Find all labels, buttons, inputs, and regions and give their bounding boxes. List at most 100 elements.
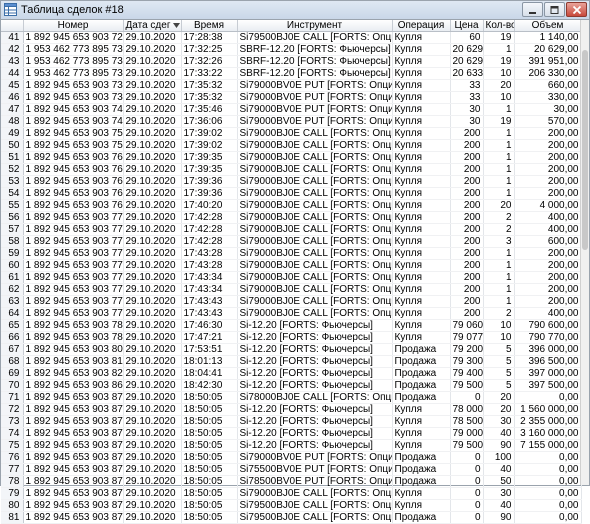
table-row[interactable]: 681 892 945 653 903 817 12929.10.202018:… — [1, 355, 582, 368]
table-row[interactable]: 691 892 945 653 903 823 89529.10.202018:… — [1, 367, 582, 380]
table-row[interactable]: 461 892 945 653 903 739 88729.10.202017:… — [1, 91, 582, 104]
cell-volume: 790 600,00 — [514, 319, 582, 332]
cell-trade-date: 29.10.2020 — [123, 511, 182, 524]
cell-volume: 30,00 — [514, 103, 582, 116]
table-row[interactable]: 761 892 945 653 903 872 44229.10.202018:… — [1, 451, 582, 464]
table-row[interactable]: 641 892 945 653 903 774 56429.10.202017:… — [1, 307, 582, 320]
col-header-number[interactable]: Номер — [23, 20, 124, 32]
scrollbar-thumb[interactable] — [582, 50, 588, 250]
minimize-button[interactable] — [522, 2, 543, 17]
cell-row-index: 45 — [1, 79, 24, 92]
cell-instrument: Si79000BV0E PUT [FORTS: Опционы] — [237, 451, 393, 464]
cell-volume: 396 000,00 — [514, 343, 582, 356]
table-row[interactable]: 431 953 462 773 895 737 49129.10.202017:… — [1, 55, 582, 68]
cell-quantity: 1 — [483, 127, 515, 140]
cell-instrument: Si79000BJ0E CALL [FORTS: Опционы] — [237, 211, 393, 224]
close-button[interactable] — [566, 2, 587, 17]
table-row[interactable]: 551 892 945 653 903 766 23129.10.202017:… — [1, 199, 582, 212]
col-header-price[interactable]: Цена — [450, 20, 484, 32]
cell-operation: Продажа — [392, 379, 451, 392]
cell-row-index: 72 — [1, 403, 24, 416]
cell-volume: 200,00 — [514, 283, 582, 296]
cell-instrument: Si-12.20 [FORTS: Фьючерсы] — [237, 439, 393, 452]
cell-row-index: 69 — [1, 367, 24, 380]
table-row[interactable]: 581 892 945 653 903 771 57829.10.202017:… — [1, 235, 582, 248]
vertical-scrollbar[interactable] — [580, 20, 589, 485]
table-row[interactable]: 731 892 945 653 903 870 78529.10.202018:… — [1, 415, 582, 428]
table-row[interactable]: 451 892 945 653 903 739 88629.10.202017:… — [1, 79, 582, 92]
table-row[interactable]: 791 892 945 653 903 872 78329.10.202018:… — [1, 487, 582, 500]
table-row[interactable]: 531 892 945 653 903 761 83429.10.202017:… — [1, 175, 582, 188]
cell-instrument: Si-12.20 [FORTS: Фьючерсы] — [237, 367, 393, 380]
table-row[interactable]: 741 892 945 653 903 870 78629.10.202018:… — [1, 427, 582, 440]
col-header-volume[interactable]: Объем — [514, 20, 582, 32]
cell-row-index: 55 — [1, 199, 24, 212]
table-row[interactable]: 491 892 945 653 903 751 89329.10.202017:… — [1, 127, 582, 140]
table-row[interactable]: 711 892 945 653 903 870 23329.10.202018:… — [1, 391, 582, 404]
table-row[interactable]: 751 892 945 653 903 870 78729.10.202018:… — [1, 439, 582, 452]
cell-price: 79 077 — [450, 331, 484, 344]
cell-price: 79 500 — [450, 439, 484, 452]
cell-quantity: 3 — [483, 235, 515, 248]
cell-trade-number: 1 892 945 653 903 771 573 — [23, 223, 124, 236]
table-row[interactable]: 771 892 945 653 903 872 44329.10.202018:… — [1, 463, 582, 476]
cell-quantity: 90 — [483, 511, 515, 524]
trades-grid[interactable]: Номер Дата сдег Время Инструмент Операци… — [1, 20, 589, 524]
table-row[interactable]: 811 892 945 653 903 873 49529.10.202018:… — [1, 511, 582, 524]
cell-trade-date: 29.10.2020 — [123, 439, 182, 452]
cell-volume: 600,00 — [514, 235, 582, 248]
table-row[interactable]: 481 892 945 653 903 741 04129.10.202017:… — [1, 115, 582, 128]
table-row[interactable]: 631 892 945 653 903 774 56329.10.202017:… — [1, 295, 582, 308]
cell-row-index: 70 — [1, 379, 24, 392]
cell-operation: Купля — [392, 427, 451, 440]
cell-row-index: 49 — [1, 127, 24, 140]
cell-instrument: Si79000BJ0E CALL [FORTS: Опционы] — [237, 235, 393, 248]
cell-price: 0 — [450, 499, 484, 512]
col-header-qty[interactable]: Кол-во — [483, 20, 515, 32]
table-row[interactable]: 571 892 945 653 903 771 57329.10.202017:… — [1, 223, 582, 236]
table-row[interactable]: 621 892 945 653 903 773 99629.10.202017:… — [1, 283, 582, 296]
col-header-instrument[interactable]: Инструмент — [237, 20, 393, 32]
table-row[interactable]: 801 892 945 653 903 873 49429.10.202018:… — [1, 499, 582, 512]
table-row[interactable]: 421 953 462 773 895 737 49029.10.202017:… — [1, 43, 582, 56]
cell-volume: 200,00 — [514, 187, 582, 200]
table-row[interactable]: 521 892 945 653 903 761 72229.10.202017:… — [1, 163, 582, 176]
col-header-date[interactable]: Дата сдег — [123, 20, 182, 32]
col-header-time[interactable]: Время — [181, 20, 238, 32]
cell-trade-number: 1 892 945 653 903 771 572 — [23, 211, 124, 224]
cell-instrument: Si-12.20 [FORTS: Фьючерсы] — [237, 403, 393, 416]
cell-quantity: 2 — [483, 211, 515, 224]
cell-trade-date: 29.10.2020 — [123, 295, 182, 308]
table-row[interactable]: 411 892 945 653 903 725 66129.10.202017:… — [1, 31, 582, 44]
cell-trade-time: 17:43:28 — [181, 259, 238, 272]
table-row[interactable]: 601 892 945 653 903 773 67629.10.202017:… — [1, 259, 582, 272]
col-header-operation[interactable]: Операция — [392, 20, 451, 32]
maximize-button[interactable] — [544, 2, 565, 17]
cell-operation: Продажа — [392, 355, 451, 368]
table-row[interactable]: 501 892 945 653 903 751 89529.10.202017:… — [1, 139, 582, 152]
cell-quantity: 20 — [483, 403, 515, 416]
table-row[interactable]: 611 892 945 653 903 773 99429.10.202017:… — [1, 271, 582, 284]
cell-trade-number: 1 953 462 773 895 737 490 — [23, 43, 124, 56]
table-row[interactable]: 671 892 945 653 903 802 96829.10.202017:… — [1, 343, 582, 356]
cell-trade-number: 1 892 945 653 903 870 787 — [23, 439, 124, 452]
table-row[interactable]: 561 892 945 653 903 771 57229.10.202017:… — [1, 211, 582, 224]
cell-row-index: 50 — [1, 139, 24, 152]
table-row[interactable]: 511 892 945 653 903 761 72029.10.202017:… — [1, 151, 582, 164]
cell-price: 200 — [450, 139, 484, 152]
table-row[interactable]: 591 892 945 653 903 773 67329.10.202017:… — [1, 247, 582, 260]
table-row[interactable]: 661 892 945 653 903 789 96729.10.202017:… — [1, 331, 582, 344]
cell-row-index: 44 — [1, 67, 24, 80]
cell-volume: 20 629,00 — [514, 43, 582, 56]
cell-volume: 0,00 — [514, 463, 582, 476]
cell-row-index: 54 — [1, 187, 24, 200]
table-row[interactable]: 651 892 945 653 903 787 78529.10.202017:… — [1, 319, 582, 332]
header-row: Номер Дата сдег Время Инструмент Операци… — [1, 20, 582, 32]
cell-row-index: 68 — [1, 355, 24, 368]
table-row[interactable]: 471 892 945 653 903 740 57729.10.202017:… — [1, 103, 582, 116]
table-row[interactable]: 541 892 945 653 903 761 84029.10.202017:… — [1, 187, 582, 200]
title-bar[interactable]: Таблица сделок #18 — [1, 1, 589, 20]
table-row[interactable]: 721 892 945 653 903 870 78429.10.202018:… — [1, 403, 582, 416]
table-row[interactable]: 441 953 462 773 895 737 62929.10.202017:… — [1, 67, 582, 80]
table-row[interactable]: 701 892 945 653 903 865 92529.10.202018:… — [1, 379, 582, 392]
